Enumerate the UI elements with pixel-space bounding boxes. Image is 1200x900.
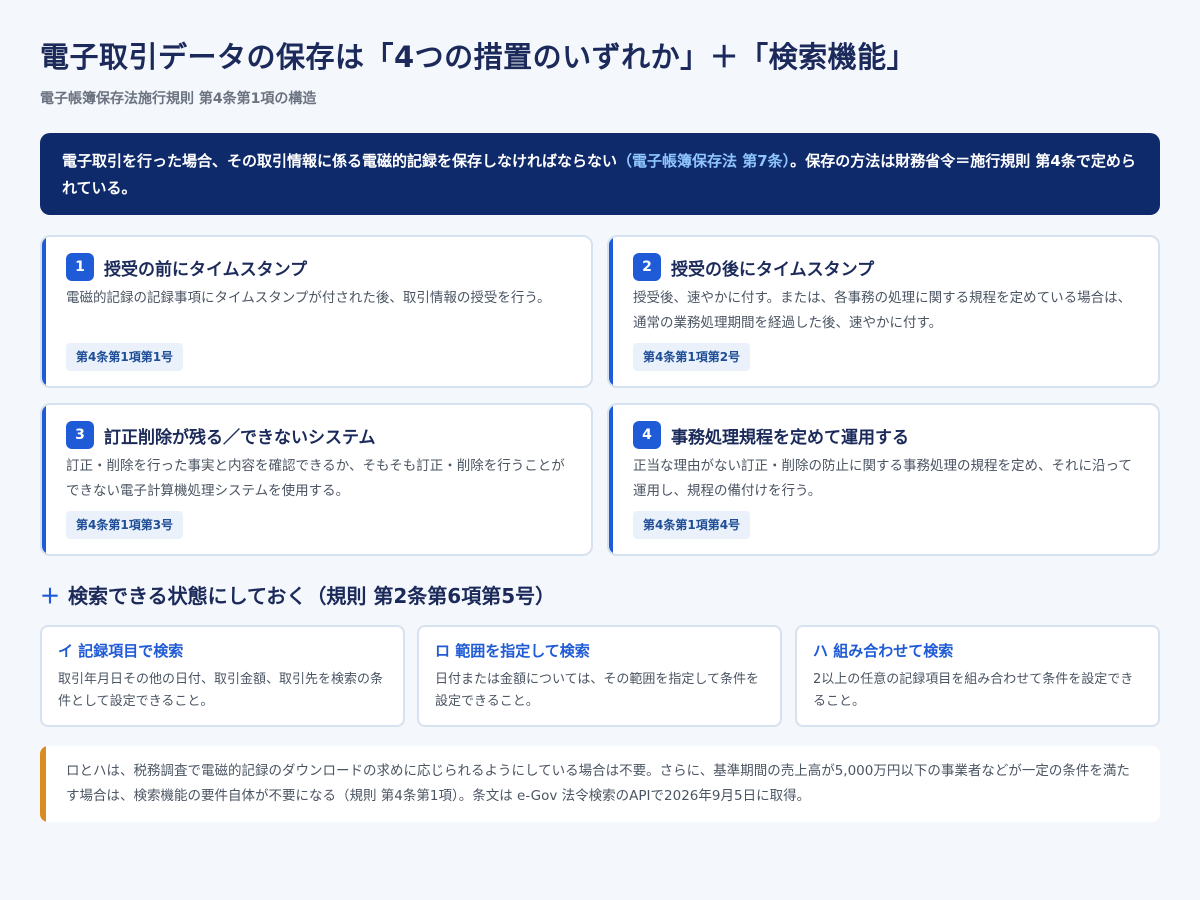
search-section-heading: ＋ 検索できる状態にしておく（規則 第2条第6項第5号） bbox=[40, 580, 555, 609]
measure-card-2: 2 授受の後にタイムスタンプ 授受後、速やかに付す。または、各事務の処理に関する… bbox=[607, 235, 1160, 388]
measure-description: 授受後、速やかに付す。または、各事務の処理に関する規程を定めている場合は、通常の… bbox=[633, 290, 1132, 331]
search-card-ro: ロ 範囲を指定して検索 日付または金額については、その範囲を指定して条件を設定で… bbox=[417, 625, 782, 727]
search-card-title: ロ 範囲を指定して検索 bbox=[435, 642, 590, 660]
measure-description: 訂正・削除を行った事実と内容を確認できるか、そもそも訂正・削除を行うことができな… bbox=[66, 458, 565, 499]
measure-number-badge: 1 bbox=[66, 253, 94, 281]
measure-title: 授受の後にタイムスタンプ bbox=[671, 259, 875, 280]
banner-highlight: （電子帳簿保存法 第7条） bbox=[617, 152, 791, 170]
plus-icon: ＋ bbox=[40, 584, 60, 608]
measure-title: 訂正削除が残る／できないシステム bbox=[104, 427, 376, 448]
search-card-description: 2以上の任意の記録項目を組み合わせて条件を設定できること。 bbox=[813, 672, 1134, 709]
article-tag: 第4条第1項第3号 bbox=[66, 511, 184, 539]
footnote: ロとハは、税務調査で電磁的記録のダウンロードの求めに応じられるようにしている場合… bbox=[40, 746, 1160, 822]
search-card-description: 日付または金額については、その範囲を指定して条件を設定できること。 bbox=[435, 672, 759, 709]
search-card-ha: ハ 組み合わせて検索 2以上の任意の記録項目を組み合わせて条件を設定できること。 bbox=[795, 625, 1160, 727]
footnote-text: ロとハは、税務調査で電磁的記録のダウンロードの求めに応じられるようにしている場合… bbox=[66, 763, 1130, 804]
article-tag: 第4条第1項第2号 bbox=[633, 343, 751, 371]
measure-description: 電磁的記録の記録事項にタイムスタンプが付された後、取引情報の授受を行う。 bbox=[66, 290, 551, 306]
measure-number-badge: 4 bbox=[633, 421, 661, 449]
search-heading-text: 検索できる状態にしておく（規則 第2条第6項第5号） bbox=[68, 584, 556, 608]
search-card-i: イ 記録項目で検索 取引年月日その他の日付、取引金額、取引先を検索の条件として設… bbox=[40, 625, 405, 727]
page: 電子取引データの保存は「4つの措置のいずれか」＋「検索機能」 電子帳簿保存法施行… bbox=[0, 0, 1200, 900]
measure-number-badge: 3 bbox=[66, 421, 94, 449]
measure-title: 事務処理規程を定めて運用する bbox=[671, 427, 909, 448]
article-tag: 第4条第1項第1号 bbox=[66, 343, 184, 371]
measure-card-1: 1 授受の前にタイムスタンプ 電磁的記録の記録事項にタイムスタンプが付された後、… bbox=[40, 235, 593, 388]
article-tag: 第4条第1項第4号 bbox=[633, 511, 751, 539]
measure-number-badge: 2 bbox=[633, 253, 661, 281]
search-card-title: イ 記録項目で検索 bbox=[58, 642, 184, 660]
search-card-title: ハ 組み合わせて検索 bbox=[813, 642, 954, 660]
measure-title: 授受の前にタイムスタンプ bbox=[104, 259, 308, 280]
page-subtitle: 電子帳簿保存法施行規則 第4条第1項の構造 bbox=[40, 91, 317, 107]
measure-card-3: 3 訂正削除が残る／できないシステム 訂正・削除を行った事実と内容を確認できるか… bbox=[40, 403, 593, 556]
summary-banner: 電子取引を行った場合、その取引情報に係る電磁的記録を保存しなければならない（電子… bbox=[40, 133, 1160, 215]
banner-text: 電子取引を行った場合、その取引情報に係る電磁的記録を保存しなければならない bbox=[62, 152, 618, 170]
page-title: 電子取引データの保存は「4つの措置のいずれか」＋「検索機能」 bbox=[40, 40, 917, 74]
measure-description: 正当な理由がない訂正・削除の防止に関する事務処理の規程を定め、それに沿って運用し… bbox=[633, 458, 1132, 499]
search-card-description: 取引年月日その他の日付、取引金額、取引先を検索の条件として設定できること。 bbox=[58, 672, 384, 709]
measure-card-4: 4 事務処理規程を定めて運用する 正当な理由がない訂正・削除の防止に関する事務処… bbox=[607, 403, 1160, 556]
